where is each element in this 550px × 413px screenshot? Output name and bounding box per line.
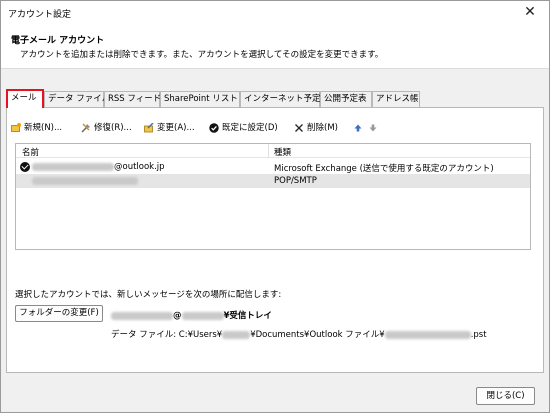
- change-button-label: 変更(A)...: [157, 123, 195, 133]
- new-button-label: 新規(N)...: [24, 123, 63, 133]
- delivery-location-label: 選択したアカウントでは、新しいメッセージを次の場所に配信します:: [15, 290, 282, 300]
- set-default-button[interactable]: 既定に設定(D): [209, 121, 278, 135]
- redacted-domain: [181, 311, 224, 320]
- tab-data-files[interactable]: データ ファイル: [44, 91, 110, 108]
- account-type: Microsoft Exchange (送信で使用する既定のアカウント): [274, 164, 494, 174]
- column-name-header[interactable]: 名前: [22, 146, 39, 158]
- data-file-folder: ¥Documents¥Outlook ファイル¥: [250, 330, 385, 340]
- close-button[interactable]: 閉じる(C): [476, 387, 535, 405]
- account-row-selected[interactable]: POP/SMTP: [16, 174, 530, 188]
- data-file-path: データ ファイル: C:¥Users¥ ¥Documents¥Outlook ファ…: [111, 328, 487, 340]
- account-toolbar: 新規(N)... 修復(R)... 変更(A)... 既定に設定(D) 削除(M…: [11, 121, 411, 135]
- check-circle-icon: [209, 123, 219, 133]
- tab-sharepoint-lists[interactable]: SharePoint リスト: [160, 91, 240, 108]
- account-row[interactable]: @outlook.jp Microsoft Exchange (送信で使用する既…: [16, 160, 530, 174]
- tab-mail[interactable]: メール: [6, 89, 44, 108]
- redacted-account-name: [32, 162, 114, 171]
- account-name: [32, 176, 138, 186]
- repair-button-label: 修復(R)...: [94, 123, 132, 133]
- move-down-button[interactable]: [368, 121, 378, 135]
- header-area: 電子メール アカウント アカウントを追加または削除できます。また、アカウントを選…: [1, 23, 549, 69]
- tab-rss-feeds[interactable]: RSS フィード: [104, 91, 161, 108]
- default-account-check-icon: [20, 162, 30, 172]
- change-folder-button[interactable]: フォルダーの変更(F): [15, 305, 103, 322]
- redacted-mailbox: [111, 311, 173, 320]
- tab-strip: メール データ ファイル RSS フィード SharePoint リスト インタ…: [6, 89, 546, 108]
- data-file-prefix: データ ファイル: C:¥Users¥: [111, 330, 223, 340]
- change-account-icon: [144, 123, 154, 133]
- change-button[interactable]: 変更(A)...: [144, 121, 195, 135]
- delivery-folder-path: @ ¥受信トレイ: [111, 309, 272, 321]
- up-arrow-icon: [354, 124, 362, 132]
- move-up-button[interactable]: [353, 121, 363, 135]
- tab-internet-calendars[interactable]: インターネット予定表: [240, 91, 329, 108]
- tab-address-books[interactable]: アドレス帳: [372, 91, 420, 108]
- header-description: アカウントを追加または削除できます。また、アカウントを選択してその設定を変更でき…: [20, 50, 384, 60]
- new-button[interactable]: 新規(N)...: [11, 121, 62, 135]
- account-type: POP/SMTP: [274, 176, 317, 186]
- header-title: 電子メール アカウント: [11, 36, 105, 46]
- redacted-user-name: [222, 330, 251, 339]
- account-list: 名前 種類 @outlook.jp Microsoft Exchange (送信…: [15, 143, 531, 250]
- new-account-icon: [11, 123, 21, 132]
- down-arrow-icon: [369, 124, 377, 132]
- column-type-header[interactable]: 種類: [274, 146, 291, 158]
- delete-button[interactable]: 削除(M): [294, 121, 338, 135]
- window-title: アカウント設定: [8, 10, 72, 20]
- account-settings-window: アカウント設定 ✕ 電子メール アカウント アカウントを追加または削除できます。…: [0, 0, 550, 413]
- tab-published-calendars[interactable]: 公開予定表: [320, 91, 372, 108]
- column-divider: [268, 144, 269, 158]
- inbox-folder-name: ¥受信トレイ: [223, 311, 272, 321]
- account-domain: @outlook.jp: [114, 162, 165, 172]
- delete-x-icon: [295, 124, 303, 132]
- repair-tools-icon: [81, 123, 90, 133]
- delivery-at-sign: @: [173, 311, 182, 321]
- data-file-extension: .pst: [470, 330, 487, 340]
- account-list-header: 名前 種類: [16, 144, 530, 158]
- close-icon[interactable]: ✕: [517, 3, 543, 21]
- redacted-account-name: [32, 176, 138, 185]
- delete-button-label: 削除(M): [307, 123, 338, 133]
- account-name: @outlook.jp: [32, 162, 165, 172]
- set-default-button-label: 既定に設定(D): [222, 123, 278, 133]
- redacted-file-name: [384, 330, 471, 339]
- title-bar: アカウント設定 ✕: [1, 1, 549, 23]
- repair-button[interactable]: 修復(R)...: [81, 121, 132, 135]
